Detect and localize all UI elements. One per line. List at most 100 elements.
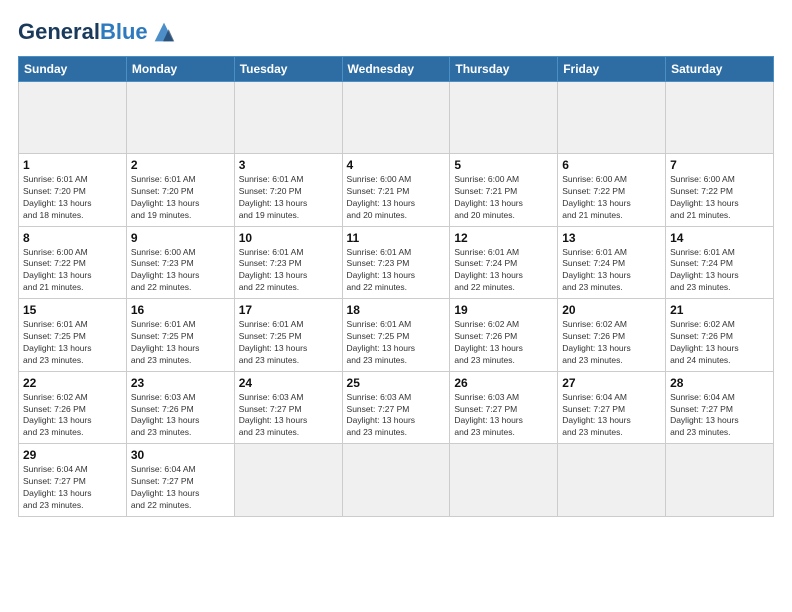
weekday-header-thursday: Thursday: [450, 57, 558, 82]
calendar-cell-32: 26 Sunrise: 6:03 AM Sunset: 7:27 PM Dayli…: [450, 371, 558, 444]
calendar-cell-19: 13 Sunrise: 6:01 AM Sunset: 7:24 PM Dayli…: [558, 226, 666, 299]
day-info: Sunrise: 6:00 AM Sunset: 7:22 PM Dayligh…: [562, 174, 631, 220]
calendar-cell-35: 29 Sunrise: 6:04 AM Sunset: 7:27 PM Dayli…: [19, 444, 127, 517]
day-number: 11: [347, 231, 446, 245]
weekday-header-saturday: Saturday: [666, 57, 774, 82]
calendar-cell-8: 2 Sunrise: 6:01 AM Sunset: 7:20 PM Daylig…: [126, 154, 234, 227]
logo-text: GeneralBlue: [18, 20, 148, 44]
day-number: 30: [131, 448, 230, 462]
weekday-header-wednesday: Wednesday: [342, 57, 450, 82]
calendar-cell-10: 4Sunrise: 6:00 AM Sunset: 7:21 PM Daylig…: [342, 154, 450, 227]
day-number: 12: [454, 231, 553, 245]
calendar-cell-39: [450, 444, 558, 517]
calendar-cell-37: [234, 444, 342, 517]
calendar-cell-7: 1 Sunrise: 6:01 AM Sunset: 7:20 PM Daylig…: [19, 154, 127, 227]
calendar-cell-24: 18Sunrise: 6:01 AM Sunset: 7:25 PM Dayli…: [342, 299, 450, 372]
day-number: 22: [23, 376, 122, 390]
weekday-header-monday: Monday: [126, 57, 234, 82]
calendar-cell-34: 28 Sunrise: 6:04 AM Sunset: 7:27 PM Dayli…: [666, 371, 774, 444]
calendar-cell-16: 10 Sunrise: 6:01 AM Sunset: 7:23 PM Dayli…: [234, 226, 342, 299]
calendar-cell-29: 23Sunrise: 6:03 AM Sunset: 7:26 PM Dayli…: [126, 371, 234, 444]
day-info: Sunrise: 6:01 AM Sunset: 7:24 PM Dayligh…: [562, 247, 631, 293]
day-number: 17: [239, 303, 338, 317]
day-number: 26: [454, 376, 553, 390]
calendar-cell-6: [666, 82, 774, 154]
day-info: Sunrise: 6:02 AM Sunset: 7:26 PM Dayligh…: [454, 319, 523, 365]
calendar-cell-3: [342, 82, 450, 154]
day-number: 25: [347, 376, 446, 390]
day-info: Sunrise: 6:01 AM Sunset: 7:23 PM Dayligh…: [347, 247, 416, 293]
calendar-cell-1: [126, 82, 234, 154]
weekday-header-friday: Friday: [558, 57, 666, 82]
day-number: 27: [562, 376, 661, 390]
day-info: Sunrise: 6:04 AM Sunset: 7:27 PM Dayligh…: [562, 392, 631, 438]
calendar-cell-25: 19 Sunrise: 6:02 AM Sunset: 7:26 PM Dayli…: [450, 299, 558, 372]
calendar-cell-17: 11 Sunrise: 6:01 AM Sunset: 7:23 PM Dayli…: [342, 226, 450, 299]
calendar-cell-13: 7 Sunrise: 6:00 AM Sunset: 7:22 PM Daylig…: [666, 154, 774, 227]
weekday-header-sunday: Sunday: [19, 57, 127, 82]
day-number: 9: [131, 231, 230, 245]
day-number: 1: [23, 158, 122, 172]
day-number: 13: [562, 231, 661, 245]
day-info: Sunrise: 6:01 AM Sunset: 7:25 PM Dayligh…: [347, 319, 416, 365]
day-number: 15: [23, 303, 122, 317]
calendar-cell-30: 24Sunrise: 6:03 AM Sunset: 7:27 PM Dayli…: [234, 371, 342, 444]
day-info: Sunrise: 6:00 AM Sunset: 7:23 PM Dayligh…: [131, 247, 200, 293]
calendar-cell-22: 16 Sunrise: 6:01 AM Sunset: 7:25 PM Dayli…: [126, 299, 234, 372]
calendar-cell-9: 3Sunrise: 6:01 AM Sunset: 7:20 PM Daylig…: [234, 154, 342, 227]
day-info: Sunrise: 6:01 AM Sunset: 7:20 PM Dayligh…: [23, 174, 92, 220]
calendar-cell-23: 17 Sunrise: 6:01 AM Sunset: 7:25 PM Dayli…: [234, 299, 342, 372]
day-info: Sunrise: 6:02 AM Sunset: 7:26 PM Dayligh…: [23, 392, 92, 438]
day-number: 4: [347, 158, 446, 172]
day-number: 10: [239, 231, 338, 245]
day-info: Sunrise: 6:01 AM Sunset: 7:24 PM Dayligh…: [454, 247, 523, 293]
day-info: Sunrise: 6:01 AM Sunset: 7:25 PM Dayligh…: [131, 319, 200, 365]
calendar-cell-33: 27 Sunrise: 6:04 AM Sunset: 7:27 PM Dayli…: [558, 371, 666, 444]
day-number: 6: [562, 158, 661, 172]
day-number: 20: [562, 303, 661, 317]
day-info: Sunrise: 6:01 AM Sunset: 7:24 PM Dayligh…: [670, 247, 739, 293]
day-info: Sunrise: 6:03 AM Sunset: 7:27 PM Dayligh…: [347, 392, 416, 438]
day-number: 5: [454, 158, 553, 172]
calendar-cell-20: 14Sunrise: 6:01 AM Sunset: 7:24 PM Dayli…: [666, 226, 774, 299]
day-info: Sunrise: 6:04 AM Sunset: 7:27 PM Dayligh…: [23, 464, 92, 510]
calendar-cell-14: 8Sunrise: 6:00 AM Sunset: 7:22 PM Daylig…: [19, 226, 127, 299]
day-info: Sunrise: 6:04 AM Sunset: 7:27 PM Dayligh…: [131, 464, 200, 510]
calendar-cell-36: 30 Sunrise: 6:04 AM Sunset: 7:27 PM Dayli…: [126, 444, 234, 517]
day-info: Sunrise: 6:02 AM Sunset: 7:26 PM Dayligh…: [670, 319, 739, 365]
calendar-cell-15: 9 Sunrise: 6:00 AM Sunset: 7:23 PM Daylig…: [126, 226, 234, 299]
day-info: Sunrise: 6:02 AM Sunset: 7:26 PM Dayligh…: [562, 319, 631, 365]
calendar-table: SundayMondayTuesdayWednesdayThursdayFrid…: [18, 56, 774, 517]
calendar-cell-40: [558, 444, 666, 517]
day-number: 23: [131, 376, 230, 390]
day-number: 8: [23, 231, 122, 245]
day-number: 7: [670, 158, 769, 172]
calendar-cell-0: [19, 82, 127, 154]
calendar-cell-38: [342, 444, 450, 517]
page: GeneralBlue SundayMondayTuesdayWednesday…: [0, 0, 792, 612]
calendar-cell-11: 5 Sunrise: 6:00 AM Sunset: 7:21 PM Daylig…: [450, 154, 558, 227]
day-number: 16: [131, 303, 230, 317]
day-info: Sunrise: 6:01 AM Sunset: 7:25 PM Dayligh…: [23, 319, 92, 365]
day-number: 3: [239, 158, 338, 172]
day-number: 19: [454, 303, 553, 317]
calendar-cell-41: [666, 444, 774, 517]
day-info: Sunrise: 6:03 AM Sunset: 7:27 PM Dayligh…: [454, 392, 523, 438]
day-info: Sunrise: 6:01 AM Sunset: 7:20 PM Dayligh…: [131, 174, 200, 220]
calendar-cell-21: 15 Sunrise: 6:01 AM Sunset: 7:25 PM Dayli…: [19, 299, 127, 372]
day-number: 29: [23, 448, 122, 462]
day-info: Sunrise: 6:01 AM Sunset: 7:25 PM Dayligh…: [239, 319, 308, 365]
calendar-cell-31: 25 Sunrise: 6:03 AM Sunset: 7:27 PM Dayli…: [342, 371, 450, 444]
calendar-cell-5: [558, 82, 666, 154]
header: GeneralBlue: [18, 18, 774, 46]
day-number: 24: [239, 376, 338, 390]
calendar-cell-18: 12 Sunrise: 6:01 AM Sunset: 7:24 PM Dayli…: [450, 226, 558, 299]
day-info: Sunrise: 6:00 AM Sunset: 7:21 PM Dayligh…: [454, 174, 523, 220]
weekday-header-tuesday: Tuesday: [234, 57, 342, 82]
day-info: Sunrise: 6:04 AM Sunset: 7:27 PM Dayligh…: [670, 392, 739, 438]
day-number: 28: [670, 376, 769, 390]
day-info: Sunrise: 6:00 AM Sunset: 7:22 PM Dayligh…: [670, 174, 739, 220]
day-info: Sunrise: 6:01 AM Sunset: 7:23 PM Dayligh…: [239, 247, 308, 293]
day-number: 2: [131, 158, 230, 172]
calendar-cell-26: 20 Sunrise: 6:02 AM Sunset: 7:26 PM Dayli…: [558, 299, 666, 372]
